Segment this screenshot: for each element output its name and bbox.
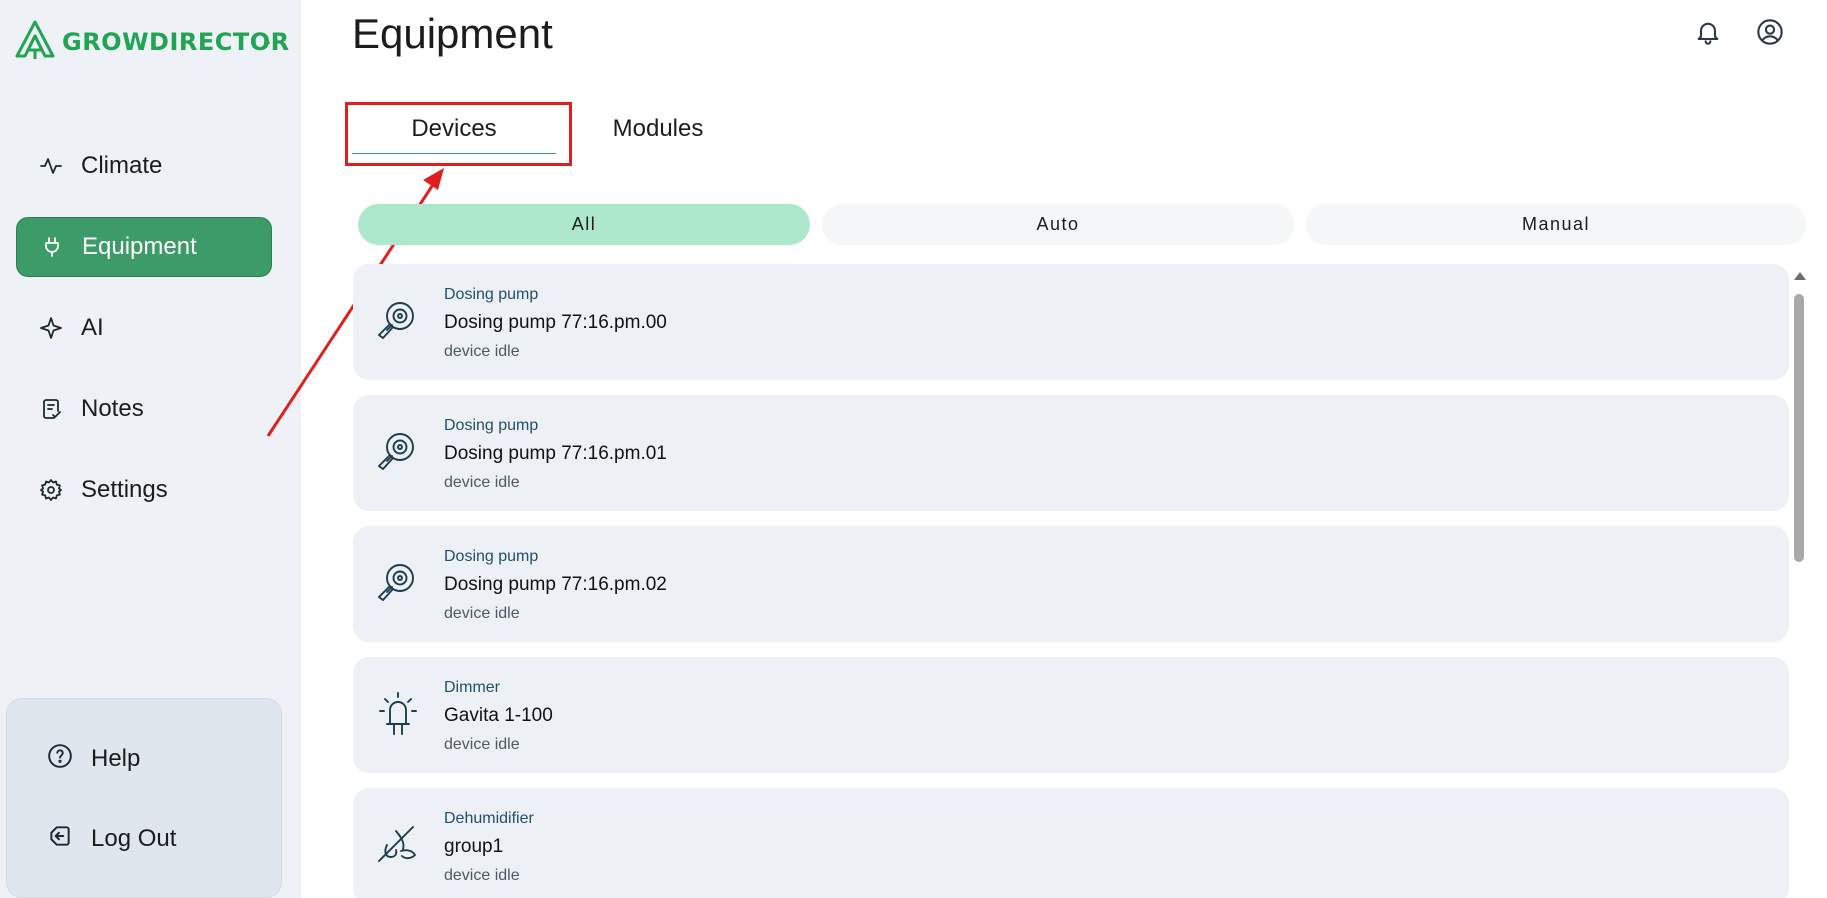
dosing-pump-icon (375, 428, 421, 474)
bell-icon (1694, 22, 1722, 50)
device-status: device idle (444, 474, 520, 491)
dosing-pump-icon (375, 559, 421, 605)
sidebar-item-notes[interactable]: Notes (16, 379, 272, 439)
gear-icon (38, 477, 64, 503)
device-status: device idle (444, 867, 520, 884)
user-icon (1756, 19, 1784, 50)
device-type: Dimmer (444, 679, 500, 696)
lamp-icon (375, 690, 421, 736)
device-name: Gavita 1-100 (444, 705, 553, 726)
device-card[interactable]: Dehumidifier group1 device idle (353, 788, 1789, 898)
sidebar-item-settings[interactable]: Settings (16, 460, 272, 520)
sparkle-icon (38, 315, 64, 341)
page-title: Equipment (352, 10, 553, 57)
notifications-button[interactable] (1694, 18, 1722, 46)
scroll-thumb[interactable] (1794, 294, 1804, 562)
device-name: Dosing pump 77:16.pm.02 (444, 574, 667, 595)
device-name: Dosing pump 77:16.pm.00 (444, 312, 667, 333)
filter-all[interactable]: All (358, 204, 810, 245)
help-button[interactable]: Help (47, 743, 140, 774)
device-type: Dosing pump (444, 548, 539, 565)
brand-name: GROWDIRECTOR (62, 28, 290, 56)
device-card[interactable]: Dosing pump Dosing pump 77:16.pm.00 devi… (353, 264, 1789, 380)
sidebar-nav: Climate Equipment AI Notes Settings (16, 136, 272, 541)
device-type: Dosing pump (444, 417, 539, 434)
dosing-pump-icon (375, 297, 421, 343)
device-name: Dosing pump 77:16.pm.01 (444, 443, 667, 464)
device-list: Dosing pump Dosing pump 77:16.pm.00 devi… (353, 264, 1789, 898)
logout-button[interactable]: Log Out (47, 823, 176, 854)
device-name: group1 (444, 836, 504, 857)
sidebar-item-label: Equipment (82, 233, 197, 260)
sidebar-item-label: Settings (81, 476, 168, 503)
device-card[interactable]: Dosing pump Dosing pump 77:16.pm.01 devi… (353, 395, 1789, 511)
equipment-tabs: Devices Modules (352, 104, 760, 154)
device-status: device idle (444, 605, 520, 622)
tab-devices[interactable]: Devices (352, 104, 556, 154)
brand-logo[interactable]: GROWDIRECTOR (14, 20, 290, 64)
app-window: GROWDIRECTOR Climate Equipment AI Notes … (0, 0, 1827, 898)
scroll-up-arrow-icon[interactable] (1794, 272, 1806, 280)
dehumidifier-icon (375, 821, 421, 867)
sidebar-item-label: Notes (81, 395, 144, 422)
account-button[interactable] (1756, 18, 1784, 46)
sidebar-item-label: Climate (81, 152, 163, 179)
logo-dot (268, 42, 270, 44)
filter-manual[interactable]: Manual (1306, 204, 1806, 245)
sidebar-item-label: AI (81, 314, 104, 341)
sidebar: GROWDIRECTOR Climate Equipment AI Notes … (0, 0, 301, 898)
sidebar-item-equipment[interactable]: Equipment (16, 217, 272, 277)
device-list-scrollbar[interactable] (1792, 272, 1806, 898)
device-card[interactable]: Dimmer Gavita 1-100 device idle (353, 657, 1789, 773)
sidebar-item-ai[interactable]: AI (16, 298, 272, 358)
device-card[interactable]: Dosing pump Dosing pump 77:16.pm.02 devi… (353, 526, 1789, 642)
help-icon (47, 743, 73, 774)
help-label: Help (91, 744, 141, 772)
tab-modules[interactable]: Modules (556, 104, 760, 154)
device-status: device idle (444, 736, 520, 753)
activity-icon (38, 153, 64, 179)
device-status: device idle (444, 343, 520, 360)
sidebar-item-climate[interactable]: Climate (16, 136, 272, 196)
device-type: Dosing pump (444, 286, 539, 303)
logout-icon (47, 823, 73, 854)
sidebar-bottom-panel: Help Log Out (6, 698, 282, 898)
notes-icon (38, 396, 64, 422)
filter-auto[interactable]: Auto (822, 204, 1294, 245)
device-type: Dehumidifier (444, 810, 534, 827)
growdirector-logo-icon (14, 19, 56, 66)
plug-icon (39, 234, 65, 260)
logout-label: Log Out (91, 824, 177, 852)
